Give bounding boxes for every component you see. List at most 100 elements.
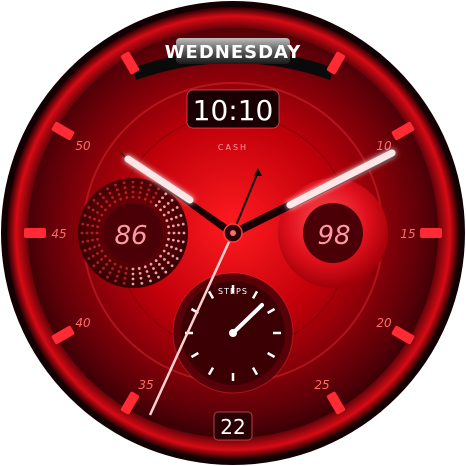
brand-label: CASH <box>218 143 248 152</box>
subdial-dot <box>122 281 126 285</box>
subdial-dot <box>157 200 161 203</box>
subdial-dot <box>131 180 135 184</box>
subdial-dot <box>181 240 185 244</box>
date-display: 22 <box>220 415 245 439</box>
subdial-dot <box>149 183 152 187</box>
subdial-dot <box>177 231 181 235</box>
subdial-dot <box>81 240 85 244</box>
subdial-dot <box>113 200 117 204</box>
subdial-dot <box>100 249 104 253</box>
right-subdial-value: 98 <box>317 221 350 251</box>
time-display: 10:10 <box>193 94 274 127</box>
subdial-dot <box>117 193 121 196</box>
subdial-dot <box>174 215 178 219</box>
subdial-dot <box>163 205 166 209</box>
subdial-dot <box>154 259 158 262</box>
subdial-dot <box>161 266 164 270</box>
subdial-dot <box>154 191 158 195</box>
subdial-dot <box>131 267 135 271</box>
subdial-dot <box>119 265 123 269</box>
subdial-dot <box>157 275 160 279</box>
subdial-dot <box>140 181 144 185</box>
subdial-dot <box>98 270 102 274</box>
subdial-dot <box>96 202 100 205</box>
subdial-dot <box>117 270 121 273</box>
subdial-dot <box>83 214 87 217</box>
subdial-dot <box>167 231 171 235</box>
subdial-dot <box>95 231 99 235</box>
left-subdial-value: 86 <box>114 221 147 251</box>
subdial-dot <box>166 202 170 205</box>
subdial-dot <box>111 196 114 199</box>
subdial-dot <box>171 254 175 258</box>
subdial-dot <box>167 225 170 229</box>
subdial-dot <box>137 267 141 270</box>
subdial-dot <box>102 196 105 200</box>
subdial-dot <box>164 270 168 274</box>
subdial-dot <box>152 196 155 199</box>
subdial-dot <box>104 254 107 258</box>
subdial-dot <box>147 188 151 192</box>
steps-hand-pivot <box>229 329 237 337</box>
subdial-dot <box>131 282 135 286</box>
subdial-dot <box>159 254 162 258</box>
subdial-dot <box>83 249 87 252</box>
subdial-dot <box>91 238 95 242</box>
subdial-dot <box>138 271 142 275</box>
subdial-dot <box>115 274 119 278</box>
subdial-dot <box>108 204 112 207</box>
subdial-dot <box>92 264 96 268</box>
subdial-dot <box>162 249 166 253</box>
subdial-dot <box>172 231 176 235</box>
subdial-dot <box>93 245 96 249</box>
subdial-dot <box>138 191 142 195</box>
subdial-dot <box>111 267 114 270</box>
subdial-dot <box>124 271 128 275</box>
subdial-dot <box>87 257 91 260</box>
subdial-dot <box>162 213 166 217</box>
subdial-dot <box>143 197 147 201</box>
steps-label: STEPS <box>218 287 248 296</box>
subdial-dot <box>139 276 143 280</box>
subdial-dot <box>182 231 186 235</box>
bezel-number-50: 50 <box>75 139 91 153</box>
subdial-dot <box>123 276 127 280</box>
bezel-number-20: 20 <box>376 316 392 330</box>
subdial-dot <box>157 263 161 266</box>
subdial-dot <box>88 247 92 251</box>
subdial-dot <box>166 261 170 264</box>
subdial-dot <box>81 222 85 226</box>
subdial-dot <box>96 252 99 255</box>
subdial-dot <box>122 181 126 185</box>
subdial-dot <box>100 213 104 217</box>
subdial-dot <box>96 225 99 229</box>
subdial-dot <box>165 243 169 247</box>
subdial-dot <box>97 219 101 223</box>
subdial-dot <box>108 259 112 262</box>
subdial-dot <box>131 190 135 194</box>
subdial-dot <box>147 274 151 278</box>
subdial-dot <box>85 231 89 235</box>
subdial-dot <box>170 198 174 202</box>
subdial-dot <box>80 231 84 235</box>
bezel-number-45: 45 <box>51 227 66 241</box>
subdial-dot <box>125 196 129 199</box>
subdial-dot <box>106 275 109 279</box>
subdial-dot <box>170 264 174 268</box>
subdial-dot <box>154 204 158 207</box>
subdial-dot <box>131 277 135 281</box>
subdial-dot <box>113 262 117 266</box>
subdial-dot <box>96 211 99 214</box>
subdial-dot <box>164 192 168 196</box>
subdial-dot <box>154 271 158 275</box>
subdial-dot <box>174 247 178 251</box>
marker <box>420 228 442 238</box>
subdial-dot <box>131 272 135 276</box>
subdial-dot <box>115 188 119 192</box>
subdial-dot <box>86 239 90 243</box>
subdial-dot <box>106 187 109 191</box>
subdial-dot <box>143 265 147 269</box>
subdial-dot <box>179 214 183 217</box>
subdial-dot <box>98 192 102 196</box>
subdial-dot <box>176 223 180 227</box>
